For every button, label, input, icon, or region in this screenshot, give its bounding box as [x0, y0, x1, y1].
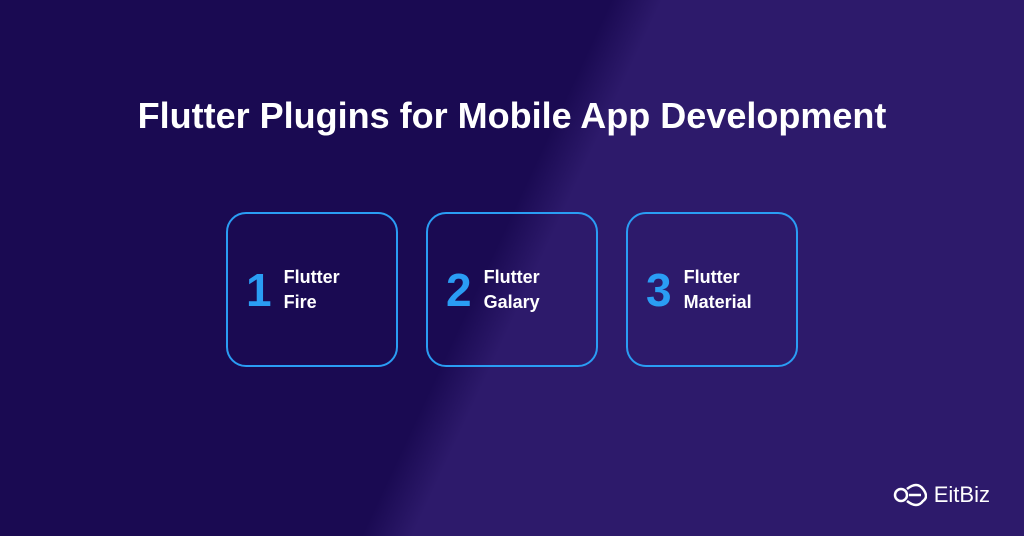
card-number: 3	[646, 267, 672, 313]
card-text-line: Fire	[284, 292, 317, 312]
card-text-line: Material	[684, 292, 752, 312]
cards-row: 1 Flutter Fire 2 Flutter Galary 3 Flutte…	[226, 212, 798, 367]
page-title: Flutter Plugins for Mobile App Developme…	[138, 95, 887, 137]
logo-text: EitBiz	[934, 482, 990, 508]
card-3: 3 Flutter Material	[626, 212, 798, 367]
logo-icon	[893, 483, 927, 507]
card-text: Flutter Material	[684, 265, 752, 314]
card-number: 2	[446, 267, 472, 313]
card-2: 2 Flutter Galary	[426, 212, 598, 367]
card-1: 1 Flutter Fire	[226, 212, 398, 367]
card-text-line: Flutter	[484, 267, 540, 287]
main-container: Flutter Plugins for Mobile App Developme…	[0, 0, 1024, 536]
brand-logo: EitBiz	[893, 482, 990, 508]
card-text-line: Flutter	[684, 267, 740, 287]
card-text: Flutter Galary	[484, 265, 540, 314]
card-text: Flutter Fire	[284, 265, 340, 314]
card-text-line: Flutter	[284, 267, 340, 287]
card-text-line: Galary	[484, 292, 540, 312]
card-number: 1	[246, 267, 272, 313]
